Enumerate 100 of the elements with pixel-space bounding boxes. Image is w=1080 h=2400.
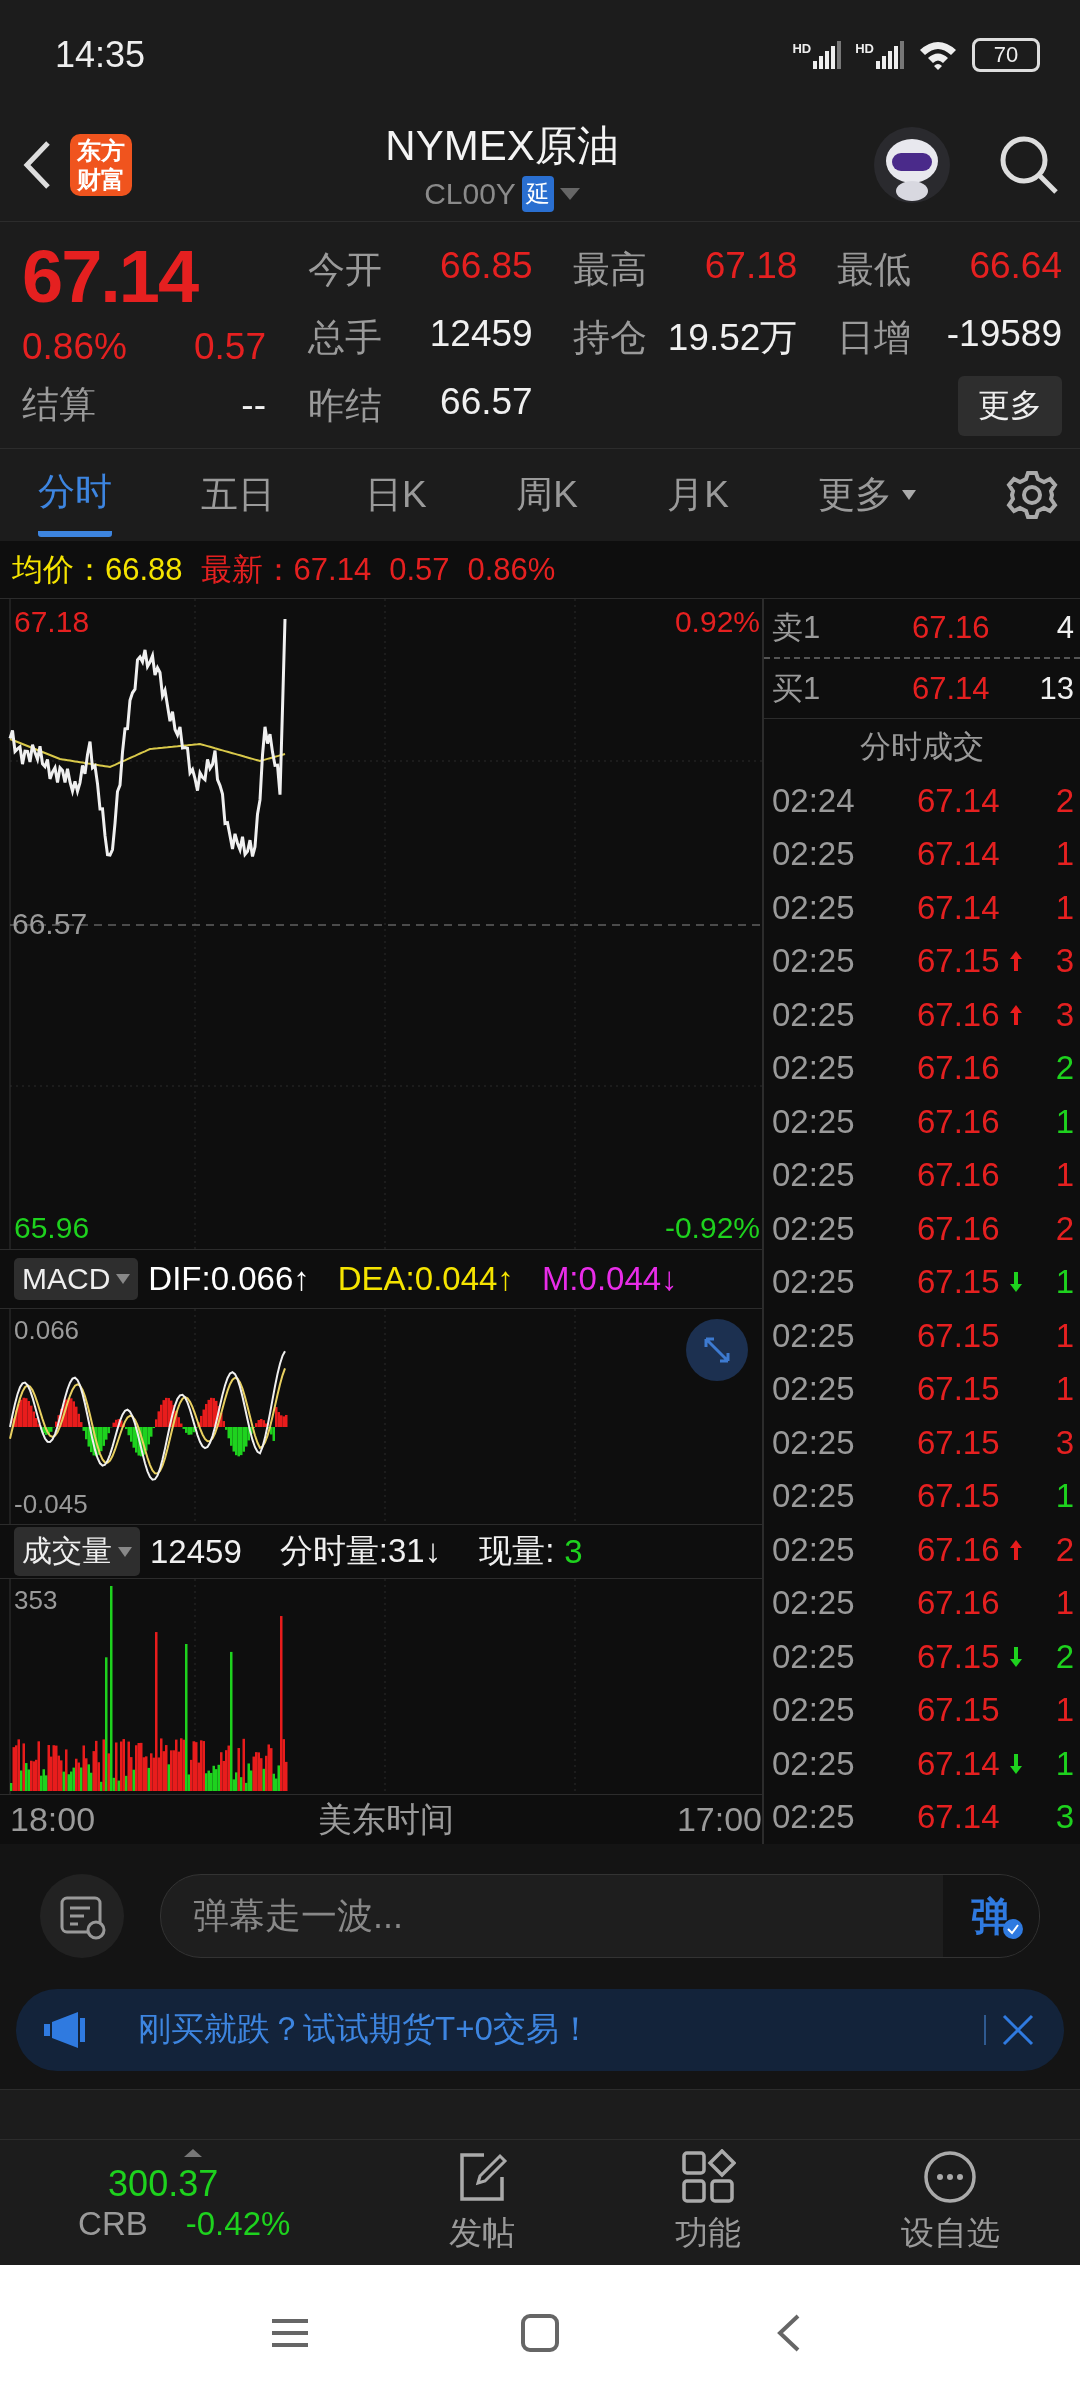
stat-value: 19.52万: [667, 315, 798, 360]
section-title: 分时成交: [859, 727, 985, 766]
trade-time: 02:24: [772, 781, 856, 820]
trade-quantity: 1: [1055, 1316, 1074, 1355]
stat-value: 66.57: [440, 380, 533, 424]
indicator-dropdown[interactable]: MACD: [14, 1258, 139, 1300]
indicator-value: M:0.044↓: [541, 1260, 678, 1298]
trade-quantity: 1: [1055, 1477, 1074, 1516]
trade-quantity: 1: [1055, 835, 1074, 874]
stat-value: 66.64: [969, 244, 1062, 288]
axis-label: 65.96: [14, 1211, 90, 1245]
chart-tab[interactable]: 五日: [201, 456, 276, 535]
indicator-value: DIF:0.066↑: [148, 1260, 310, 1298]
trade-time: 02:25: [772, 1423, 856, 1462]
toolbar-button[interactable]: 设自选: [894, 2148, 1006, 2258]
app-logo[interactable]: 东方财富: [70, 134, 132, 197]
trade-time: 02:25: [772, 1798, 856, 1837]
trade-quantity: 2: [1055, 1049, 1074, 1088]
order-price: 67.16: [912, 610, 990, 646]
trade-price: 67.16: [917, 995, 1001, 1034]
trade-quantity: 3: [1055, 1798, 1074, 1837]
current-volume: 3: [564, 1532, 583, 1571]
chart-tab[interactable]: 日K: [364, 456, 427, 535]
trade-quantity: 2: [1055, 781, 1074, 820]
contract-code: CL00Y: [424, 177, 516, 212]
trade-time: 02:25: [772, 1102, 856, 1141]
status-time: 14:35: [55, 33, 146, 76]
order-level: 买1: [772, 669, 822, 708]
trade-quantity: 2: [1055, 1530, 1074, 1569]
trade-time: 02:25: [772, 888, 856, 927]
stat-label: 最低: [837, 247, 912, 292]
axis-label: 66.57: [12, 907, 88, 941]
chart-tab[interactable]: 分时: [38, 453, 112, 538]
danmaku-field[interactable]: 弹幕走一波... 弹: [160, 1874, 1040, 1959]
stat-label: 今开: [308, 247, 382, 292]
banner-text[interactable]: 刚买就跌？试试期货T+0交易！: [138, 2007, 592, 2053]
stat-value: 67.18: [704, 244, 798, 288]
chart-tab[interactable]: 月K: [667, 456, 729, 535]
more-button[interactable]: 更多: [958, 375, 1062, 436]
toolbar-button[interactable]: 功能: [668, 2148, 747, 2258]
trade-quantity: 1: [1055, 1691, 1074, 1730]
trade-quantity: 1: [1055, 1744, 1074, 1783]
trade-time: 02:25: [772, 1477, 856, 1516]
trade-quantity: 1: [1055, 1370, 1074, 1409]
axis-label: 17:00: [676, 1800, 762, 1839]
trade-price: 67.14: [917, 1744, 1001, 1783]
current-volume-label: 现量:: [479, 1531, 555, 1571]
trade-time: 02:25: [772, 1530, 856, 1569]
trade-time: 02:25: [772, 1156, 856, 1195]
latest-percent: 0.86%: [467, 551, 556, 588]
trade-price: 67.15: [917, 1477, 1001, 1516]
trade-quantity: 1: [1055, 1156, 1074, 1195]
trade-quantity: 2: [1055, 1637, 1074, 1676]
change-amount: 0.57: [194, 324, 266, 369]
axis-label: 0.92%: [674, 605, 760, 639]
index-ticker[interactable]: 300.37 CRB -0.42%: [74, 2152, 295, 2253]
trade-quantity: 1: [1055, 1102, 1074, 1141]
latest-change: 0.57: [389, 551, 450, 588]
trade-time: 02:25: [772, 1370, 856, 1409]
trade-price: 67.15: [917, 1370, 1001, 1409]
trade-price: 67.15: [917, 942, 1001, 981]
trade-time: 02:25: [772, 1263, 856, 1302]
network-label: HD: [792, 40, 812, 56]
trade-time: 02:25: [772, 835, 856, 874]
more-tab[interactable]: 更多: [818, 456, 917, 535]
stat-value: -19589: [946, 312, 1062, 356]
page-title: NYMEX原油: [385, 121, 619, 172]
trade-time: 02:25: [772, 1691, 856, 1730]
indicator-dropdown[interactable]: 成交量: [14, 1527, 140, 1576]
trade-price: 67.16: [917, 1584, 1001, 1623]
chart-tab[interactable]: 周K: [516, 456, 578, 535]
trade-price: 67.15: [917, 1637, 1001, 1676]
toolbar-button[interactable]: 发帖: [442, 2148, 521, 2258]
trade-time: 02:25: [772, 1637, 856, 1676]
trade-quantity: 1: [1055, 888, 1074, 927]
stat-label: 昨结: [308, 383, 382, 428]
axis-label: 67.18: [14, 605, 90, 639]
trade-time: 02:25: [772, 1209, 856, 1248]
trade-price: 67.14: [917, 888, 1001, 927]
trade-time: 02:25: [772, 942, 856, 981]
trade-quantity: 1: [1055, 1584, 1074, 1623]
indicator-value: DEA:0.044↑: [337, 1260, 514, 1298]
axis-label: 0.066: [14, 1315, 80, 1346]
stat-label: 日增: [837, 315, 912, 360]
stat-value: --: [241, 382, 266, 427]
promo-banner[interactable]: 刚买就跌？试试期货T+0交易！: [16, 1988, 1064, 2071]
stat-label: 最高: [572, 247, 647, 292]
stat-value: 66.85: [440, 244, 533, 288]
trade-price: 67.16: [917, 1156, 1001, 1195]
trade-quantity: 3: [1055, 995, 1074, 1034]
send-danmaku-button[interactable]: 弹: [943, 1875, 1039, 1958]
trade-quantity: 3: [1055, 1423, 1074, 1462]
trade-time: 02:25: [772, 995, 856, 1034]
trade-time: 02:25: [772, 1584, 856, 1623]
trade-price: 67.15: [917, 1423, 1001, 1462]
stat-label: 结算: [22, 382, 96, 427]
trade-price: 67.16: [917, 1049, 1001, 1088]
trade-price: 67.15: [917, 1263, 1001, 1302]
trade-quantity: 2: [1055, 1209, 1074, 1248]
trade-time: 02:25: [772, 1744, 856, 1783]
